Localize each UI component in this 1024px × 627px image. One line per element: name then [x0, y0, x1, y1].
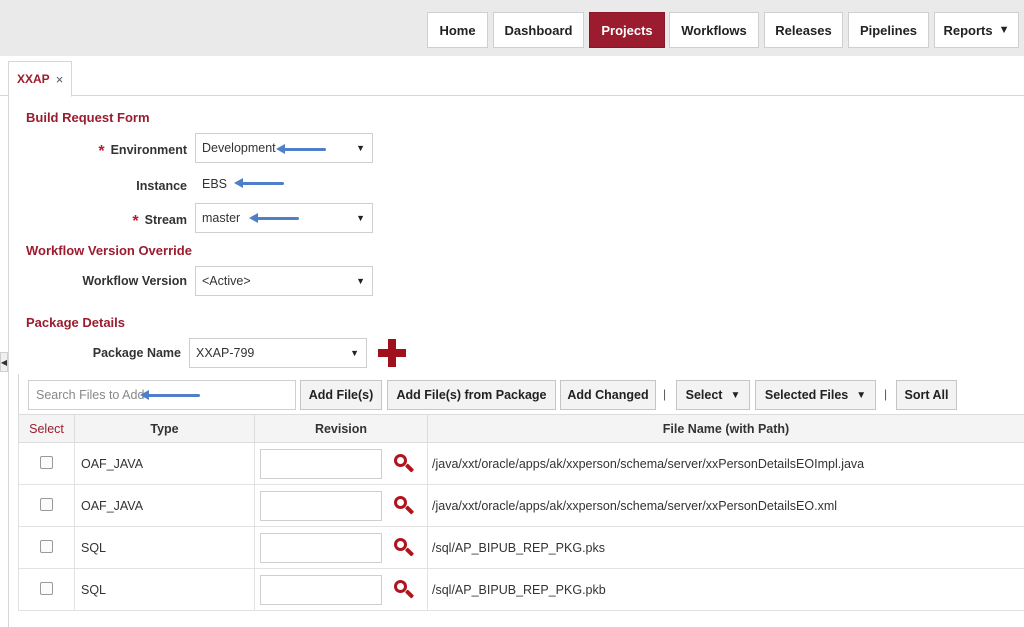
files-table: Select Type Revision File Name (with Pat…: [18, 414, 1024, 611]
column-header-file-name[interactable]: File Name (with Path): [427, 414, 1024, 443]
instance-label: Instance: [136, 179, 187, 193]
left-arrow-annotation-icon: [140, 390, 200, 400]
search-icon[interactable]: [394, 453, 415, 474]
nav-reports-label: Reports: [943, 22, 993, 38]
required-marker: *: [98, 143, 105, 160]
workflow-version-label: Workflow Version: [82, 274, 187, 288]
environment-value: Development: [202, 141, 276, 155]
left-arrow-annotation-icon: [249, 213, 299, 223]
sort-all-button[interactable]: Sort All: [896, 380, 957, 410]
package-name-select[interactable]: XXAP-799 ▼: [189, 338, 367, 368]
tab-strip: [0, 56, 1024, 96]
dropdown-arrow-icon: ▼: [356, 276, 365, 286]
nav-projects[interactable]: Projects: [589, 12, 665, 48]
row-checkbox[interactable]: [40, 581, 53, 595]
close-icon[interactable]: ×: [56, 72, 64, 87]
collapse-handle-icon[interactable]: ◀: [0, 352, 8, 372]
dropdown-arrow-icon: ▼: [356, 143, 365, 153]
left-arrow-annotation-icon: [234, 178, 284, 188]
select-dropdown-button[interactable]: Select ▼: [676, 380, 750, 410]
tab-label: XXAP: [17, 72, 50, 86]
revision-input[interactable]: [260, 532, 382, 563]
instance-value: EBS: [202, 177, 228, 191]
stream-label: * Stream: [132, 213, 187, 230]
workflow-version-override-title: Workflow Version Override: [26, 243, 192, 258]
caret-down-icon: ▼: [730, 389, 741, 401]
workflow-version-select[interactable]: <Active> ▼: [195, 266, 373, 296]
plus-icon[interactable]: [378, 339, 406, 367]
table-header-row: Select Type Revision File Name (with Pat…: [18, 414, 1024, 443]
selected-files-label: Selected Files: [764, 388, 849, 402]
column-header-revision[interactable]: Revision: [254, 414, 428, 443]
caret-down-icon: ▼: [998, 24, 1010, 36]
tab-xxap[interactable]: XXAP ×: [8, 61, 72, 97]
toolbar-separator: |: [663, 387, 667, 401]
search-icon[interactable]: [394, 579, 415, 600]
row-file-path: /sql/AP_BIPUB_REP_PKG.pkb: [427, 568, 1024, 611]
row-checkbox[interactable]: [40, 539, 53, 553]
row-file-path: /java/xxt/oracle/apps/ak/xxperson/schema…: [427, 484, 1024, 527]
nav-home[interactable]: Home: [427, 12, 488, 48]
toolbar-separator: |: [884, 387, 888, 401]
build-request-form-title: Build Request Form: [26, 110, 150, 125]
workflow-version-value: <Active>: [202, 274, 251, 288]
environment-label: * Environment: [98, 143, 187, 160]
table-row: SQL /sql/AP_BIPUB_REP_PKG.pkb: [18, 568, 1024, 611]
revision-input[interactable]: [260, 490, 382, 521]
dropdown-arrow-icon: ▼: [356, 213, 365, 223]
nav-pipelines[interactable]: Pipelines: [848, 12, 929, 48]
row-type: SQL: [74, 526, 255, 569]
row-type: SQL: [74, 568, 255, 611]
package-name-value: XXAP-799: [196, 346, 255, 360]
table-row: SQL /sql/AP_BIPUB_REP_PKG.pks: [18, 526, 1024, 569]
nav-dashboard[interactable]: Dashboard: [493, 12, 584, 48]
package-name-label: Package Name: [92, 346, 181, 360]
stream-value: master: [202, 211, 241, 225]
column-header-type[interactable]: Type: [74, 414, 255, 443]
nav-workflows[interactable]: Workflows: [669, 12, 759, 48]
selected-files-dropdown-button[interactable]: Selected Files ▼: [755, 380, 876, 410]
table-row: OAF_JAVA /java/xxt/oracle/apps/ak/xxpers…: [18, 484, 1024, 527]
left-arrow-annotation-icon: [276, 144, 326, 154]
caret-down-icon: ▼: [856, 389, 867, 401]
column-header-select[interactable]: Select: [18, 414, 75, 443]
select-button-label: Select: [685, 388, 723, 402]
row-file-path: /sql/AP_BIPUB_REP_PKG.pks: [427, 526, 1024, 569]
add-files-from-package-button[interactable]: Add File(s) from Package: [387, 380, 556, 410]
search-icon[interactable]: [394, 495, 415, 516]
nav-reports[interactable]: Reports ▼: [934, 12, 1019, 48]
revision-input[interactable]: [260, 574, 382, 605]
search-icon[interactable]: [394, 537, 415, 558]
nav-releases[interactable]: Releases: [764, 12, 843, 48]
required-marker: *: [132, 213, 139, 230]
table-row: OAF_JAVA /java/xxt/oracle/apps/ak/xxpers…: [18, 442, 1024, 485]
row-type: OAF_JAVA: [74, 484, 255, 527]
dropdown-arrow-icon: ▼: [350, 348, 359, 358]
row-checkbox[interactable]: [40, 455, 53, 469]
row-file-path: /java/xxt/oracle/apps/ak/xxperson/schema…: [427, 442, 1024, 485]
row-checkbox[interactable]: [40, 497, 53, 511]
add-changed-button[interactable]: Add Changed: [560, 380, 656, 410]
revision-input[interactable]: [260, 448, 382, 479]
add-files-button[interactable]: Add File(s): [300, 380, 382, 410]
row-type: OAF_JAVA: [74, 442, 255, 485]
package-details-title: Package Details: [26, 315, 126, 330]
